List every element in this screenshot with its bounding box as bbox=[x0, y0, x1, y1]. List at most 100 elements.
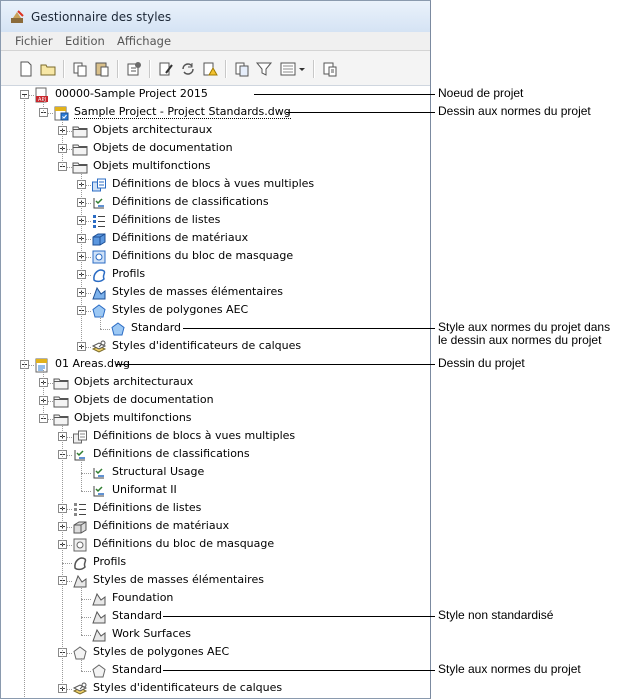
tree-node[interactable]: Foundation bbox=[1, 590, 430, 608]
tree-connector bbox=[24, 95, 25, 698]
toolbar-separator bbox=[63, 60, 65, 78]
open-icon[interactable] bbox=[39, 60, 57, 78]
tree-node[interactable]: Styles de masses élémentaires bbox=[1, 572, 430, 590]
tree-node[interactable]: Styles de masses élémentaires bbox=[1, 284, 430, 302]
tree-node[interactable]: Définitions de blocs à vues multiples bbox=[1, 176, 430, 194]
folder-icon bbox=[53, 378, 69, 390]
tree-node-label: Définitions du bloc de masquage bbox=[93, 537, 275, 550]
menu-affichage[interactable]: Affichage bbox=[117, 34, 171, 48]
view-icon[interactable] bbox=[279, 60, 307, 78]
multiview-block-icon bbox=[73, 430, 87, 444]
standards-drawing-icon bbox=[54, 106, 69, 121]
tree-node[interactable]: Définitions de classifications bbox=[1, 446, 430, 464]
classification-icon bbox=[93, 198, 104, 209]
callout-text: Noeud de projet bbox=[438, 86, 524, 100]
style-manager-window: Gestionnaire des styles Fichier Edition … bbox=[0, 0, 431, 699]
callout-text: Dessin aux normes du projet bbox=[438, 104, 591, 118]
title-bar: Gestionnaire des styles bbox=[1, 1, 430, 33]
tree-node[interactable]: Styles de polygones AEC bbox=[1, 644, 430, 662]
style-manager-app-icon bbox=[11, 10, 24, 23]
warning-icon[interactable] bbox=[201, 60, 219, 78]
profile-icon bbox=[74, 557, 87, 571]
polygon-icon bbox=[111, 322, 125, 336]
tree-node-label: Styles de polygones AEC bbox=[112, 303, 249, 316]
callout-leader-line bbox=[431, 364, 435, 365]
copy-icon[interactable] bbox=[71, 60, 89, 78]
properties-icon[interactable] bbox=[321, 60, 339, 78]
tree-node[interactable]: Standard bbox=[1, 662, 430, 680]
tree-node[interactable]: Définitions de matériaux bbox=[1, 518, 430, 536]
tree-node[interactable]: Styles d'identificateurs de calques bbox=[1, 680, 430, 698]
toolbar-separator bbox=[313, 60, 315, 78]
tree-node[interactable]: Objets architecturaux bbox=[1, 374, 430, 392]
tree-node[interactable]: Objets de documentation bbox=[1, 392, 430, 410]
callout-leader-line bbox=[431, 616, 435, 617]
mass-element-icon bbox=[92, 286, 106, 300]
tree-node[interactable]: Objets architecturaux bbox=[1, 122, 430, 140]
tree-node-label: Standard bbox=[112, 663, 163, 676]
tree-node[interactable]: 01 Areas.dwg bbox=[1, 356, 430, 374]
tree-node[interactable]: Structural Usage bbox=[1, 464, 430, 482]
tree-node[interactable]: Définitions de matériaux bbox=[1, 230, 430, 248]
folder-icon bbox=[72, 126, 88, 138]
tree-node[interactable]: Définitions de listes bbox=[1, 500, 430, 518]
tree-node[interactable]: Définitions de classifications bbox=[1, 194, 430, 212]
tree-node-label: Définitions de blocs à vues multiples bbox=[112, 177, 315, 190]
tree-node[interactable]: Styles de polygones AEC bbox=[1, 302, 430, 320]
tree-node[interactable]: Définitions du bloc de masquage bbox=[1, 248, 430, 266]
layer-key-icon bbox=[72, 682, 88, 695]
list-icon bbox=[93, 215, 105, 228]
tree-node[interactable]: Uniformat II bbox=[1, 482, 430, 500]
tree-node[interactable]: Sample Project - Project Standards.dwg bbox=[1, 104, 430, 122]
tree-node-label: Profils bbox=[112, 267, 146, 280]
menu-fichier[interactable]: Fichier bbox=[15, 34, 53, 48]
material-icon bbox=[73, 521, 87, 534]
tree-node-label: Sample Project - Project Standards.dwg bbox=[74, 105, 291, 119]
tree-node[interactable]: Profils bbox=[1, 554, 430, 572]
sync-icon[interactable] bbox=[179, 60, 197, 78]
tree-node-label: Profils bbox=[93, 555, 127, 568]
tree-connector bbox=[81, 460, 82, 491]
tree-node-label: 00000-Sample Project 2015 bbox=[55, 87, 208, 100]
mass-element-icon bbox=[92, 628, 106, 642]
callout-leader-line bbox=[183, 328, 432, 329]
menu-edition[interactable]: Edition bbox=[65, 34, 105, 48]
tree-node[interactable]: Définitions du bloc de masquage bbox=[1, 536, 430, 554]
tree-node-label: Objets de documentation bbox=[93, 141, 233, 154]
mass-element-icon bbox=[73, 574, 87, 588]
tree-node[interactable]: Styles d'identificateurs de calques bbox=[1, 338, 430, 356]
project-icon: APJ bbox=[35, 87, 48, 103]
tree-node[interactable]: Objets multifonctions bbox=[1, 410, 430, 428]
callout-leader-line bbox=[431, 328, 435, 329]
tree-node[interactable]: Profils bbox=[1, 266, 430, 284]
polygon-icon bbox=[73, 646, 87, 660]
tree-node-label: Définitions du bloc de masquage bbox=[112, 249, 294, 262]
callout-leader-line bbox=[163, 670, 432, 671]
tree-node[interactable]: Définitions de blocs à vues multiples bbox=[1, 428, 430, 446]
new-icon[interactable] bbox=[17, 60, 35, 78]
tree-connector bbox=[62, 424, 63, 689]
folder-icon bbox=[72, 162, 88, 174]
drawing-icon bbox=[35, 358, 48, 373]
edit-icon[interactable] bbox=[157, 60, 175, 78]
paste-icon[interactable] bbox=[93, 60, 111, 78]
layer-key-icon bbox=[91, 340, 107, 353]
tree-node[interactable]: Définitions de listes bbox=[1, 212, 430, 230]
tree-node[interactable]: APJ 00000-Sample Project 2015 bbox=[1, 86, 430, 104]
menu-edition-label: Edition bbox=[65, 34, 105, 48]
tree-node[interactable]: Standard bbox=[1, 608, 430, 626]
tree-node-label: Objets architecturaux bbox=[74, 375, 194, 388]
mass-element-icon bbox=[92, 592, 106, 606]
tree-node-label: Définitions de matériaux bbox=[93, 519, 230, 532]
tree-node-label: Définitions de classifications bbox=[93, 447, 250, 460]
toolbar bbox=[1, 51, 430, 86]
tree-node[interactable]: Standard bbox=[1, 320, 430, 338]
filter-icon[interactable] bbox=[255, 60, 273, 78]
tree-node[interactable]: Objets multifonctions bbox=[1, 158, 430, 176]
standards-icon[interactable] bbox=[233, 60, 251, 78]
tree-node[interactable]: Work Surfaces bbox=[1, 626, 430, 644]
tree-connector bbox=[100, 329, 110, 330]
purge-icon[interactable] bbox=[125, 60, 143, 78]
tree-connector bbox=[81, 635, 91, 636]
tree-node[interactable]: Objets de documentation bbox=[1, 140, 430, 158]
